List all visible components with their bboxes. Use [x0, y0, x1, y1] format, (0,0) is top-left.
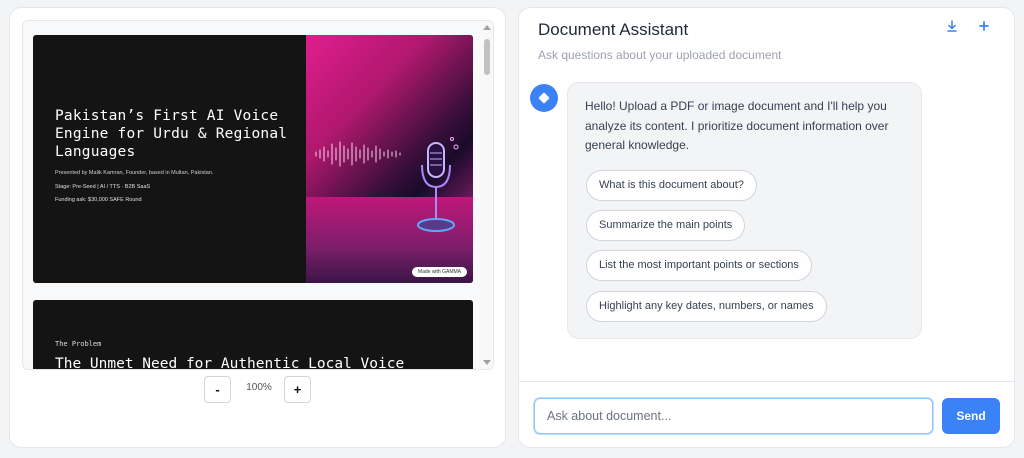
diamond-icon	[538, 92, 550, 104]
assistant-avatar	[530, 84, 558, 112]
zoom-controls: - 100% +	[10, 374, 507, 404]
made-with-gamma-badge[interactable]: Made with GAMMA	[411, 267, 467, 277]
chat-input-area: Send	[519, 381, 1014, 447]
microphone-icon	[417, 137, 459, 232]
document-assistant-panel: Document Assistant Ask questions about y…	[518, 7, 1015, 448]
document-pages: Pakistan’s First AI Voice Engine for Urd…	[23, 21, 483, 370]
assistant-subtitle: Ask questions about your uploaded docume…	[538, 48, 782, 62]
document-viewer-panel: Pakistan’s First AI Voice Engine for Urd…	[9, 7, 506, 448]
slide-stage: Stage: Pre-Seed | AI / TTS · B2B SaaS	[55, 184, 151, 190]
soundwave-graphic	[315, 141, 401, 167]
zoom-in-button[interactable]: +	[284, 376, 311, 403]
suggestion-chip[interactable]: Summarize the main points	[586, 210, 746, 241]
send-button[interactable]: Send	[942, 398, 1000, 434]
zoom-level: 100%	[246, 382, 272, 393]
scrollbar-thumb[interactable]	[484, 39, 490, 75]
download-icon[interactable]	[945, 20, 959, 34]
slide-title: The Unmet Need for Authentic Local Voice	[55, 356, 405, 370]
slide-text-block: Pakistan’s First AI Voice Engine for Urd…	[55, 107, 305, 203]
suggestion-chip[interactable]: What is this document about?	[586, 170, 757, 201]
slide-page-1: Pakistan’s First AI Voice Engine for Urd…	[33, 35, 473, 283]
slide-title: Pakistan’s First AI Voice Engine for Urd…	[55, 108, 288, 160]
slide-page-2: The Problem The Unmet Need for Authentic…	[33, 300, 473, 370]
scroll-up-arrow-icon[interactable]	[483, 25, 491, 30]
assistant-message-text: Hello! Upload a PDF or image document an…	[585, 99, 889, 152]
chat-input[interactable]	[534, 398, 933, 434]
assistant-message-bubble: Hello! Upload a PDF or image document an…	[567, 82, 922, 339]
scroll-down-arrow-icon[interactable]	[483, 360, 491, 365]
zoom-out-button[interactable]: -	[204, 376, 231, 403]
suggestion-chip[interactable]: List the most important points or sectio…	[586, 250, 812, 281]
assistant-title: Document Assistant	[538, 20, 689, 39]
new-chat-plus-icon[interactable]	[977, 20, 991, 34]
slide-presenter: Presented by Malik Kamran, Founder, base…	[55, 170, 214, 176]
suggestion-chip[interactable]: Highlight any key dates, numbers, or nam…	[586, 291, 827, 322]
slide-funding: Funding ask: $30,000 SAFE Round	[55, 197, 142, 203]
slide-microphone-image: Made with GAMMA	[306, 35, 473, 283]
slide-section-label: The Problem	[55, 340, 102, 348]
document-scrollbar[interactable]	[481, 21, 493, 369]
document-frame[interactable]: Pakistan’s First AI Voice Engine for Urd…	[22, 20, 494, 370]
